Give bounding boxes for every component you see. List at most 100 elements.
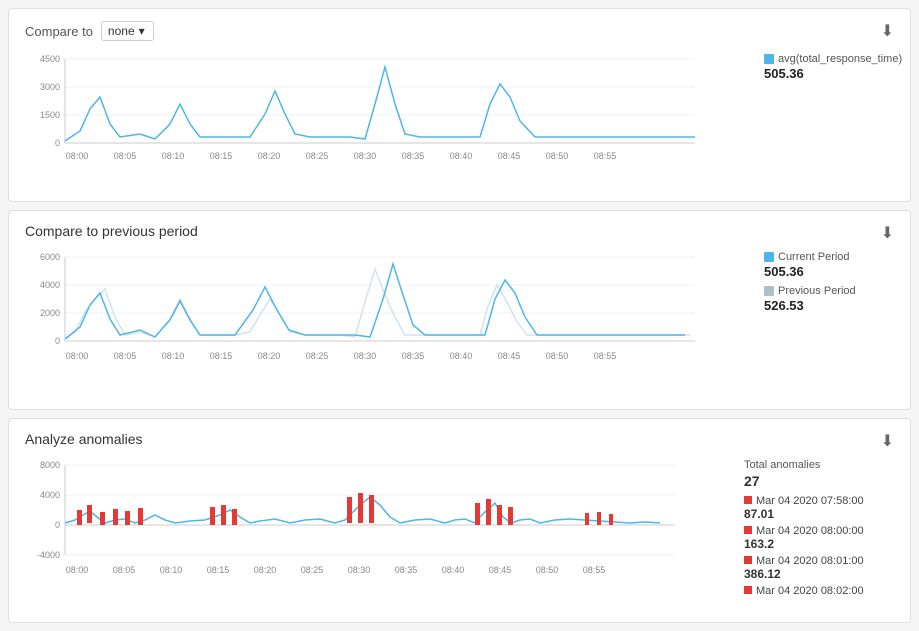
svg-text:08:10: 08:10 bbox=[162, 351, 185, 361]
anomaly-bar bbox=[221, 505, 226, 525]
anomaly-bar bbox=[508, 507, 513, 525]
svg-text:08:15: 08:15 bbox=[210, 351, 233, 361]
anomaly-bar bbox=[138, 508, 143, 525]
anomaly-stats: Total anomalies 27 Mar 04 2020 07:58:00 … bbox=[744, 455, 894, 610]
svg-text:08:15: 08:15 bbox=[210, 151, 233, 161]
legend-label-previous: Previous Period bbox=[778, 285, 856, 297]
legend-label-current: Current Period bbox=[778, 251, 850, 263]
legend-item-1: avg(total_response_time) 505.36 bbox=[764, 53, 894, 81]
anomaly-entry-1: Mar 04 2020 08:00:00 163.2 bbox=[744, 525, 894, 551]
svg-text:08:15: 08:15 bbox=[207, 565, 230, 575]
anomaly-bar bbox=[497, 505, 502, 525]
svg-text:08:55: 08:55 bbox=[594, 151, 617, 161]
svg-text:08:55: 08:55 bbox=[583, 565, 606, 575]
chart-svg-1: 4500 3000 1500 0 08:00 08:05 08:10 08:15… bbox=[25, 49, 705, 189]
svg-text:08:30: 08:30 bbox=[348, 565, 371, 575]
compare-previous-panel: Compare to previous period ⬇ 6000 4000 2… bbox=[8, 210, 911, 410]
legend-2: Current Period 505.36 Previous Period 52… bbox=[764, 247, 894, 397]
compare-to-panel: Compare to none ▾ ⬇ 4500 3000 1500 0 bbox=[8, 8, 911, 202]
download-button[interactable]: ⬇ bbox=[881, 21, 894, 41]
chart-wrapper-3: 8000 4000 0 -4000 bbox=[25, 455, 732, 610]
svg-text:08:35: 08:35 bbox=[402, 351, 425, 361]
chevron-down-icon: ▾ bbox=[139, 24, 145, 38]
legend-swatch-previous bbox=[764, 286, 774, 296]
legend-swatch-1 bbox=[764, 54, 774, 64]
legend-value-previous: 526.53 bbox=[764, 298, 894, 313]
chart-wrapper-2: 6000 4000 2000 0 08:00 08:05 08:10 08:15… bbox=[25, 247, 752, 397]
svg-text:08:50: 08:50 bbox=[546, 351, 569, 361]
legend-value-1: 505.36 bbox=[764, 66, 894, 81]
anomaly-red-square-2 bbox=[744, 556, 752, 564]
legend-value-current: 505.36 bbox=[764, 264, 894, 279]
svg-text:08:10: 08:10 bbox=[162, 151, 185, 161]
anomaly-bar bbox=[369, 495, 374, 523]
svg-text:08:20: 08:20 bbox=[258, 151, 281, 161]
anomaly-bar bbox=[113, 509, 118, 525]
legend-swatch-current bbox=[764, 252, 774, 262]
svg-text:08:25: 08:25 bbox=[306, 151, 329, 161]
svg-text:08:00: 08:00 bbox=[66, 351, 89, 361]
svg-text:08:25: 08:25 bbox=[301, 565, 324, 575]
svg-text:08:30: 08:30 bbox=[354, 151, 377, 161]
svg-text:08:40: 08:40 bbox=[450, 151, 473, 161]
svg-text:08:50: 08:50 bbox=[536, 565, 559, 575]
compare-header: Compare to none ▾ bbox=[25, 21, 894, 41]
anomaly-bar bbox=[486, 499, 491, 525]
anomaly-date-2: Mar 04 2020 08:01:00 bbox=[756, 555, 864, 567]
chart-area-3: 8000 4000 0 -4000 bbox=[25, 455, 894, 610]
legend-current: Current Period 505.36 bbox=[764, 251, 894, 279]
svg-text:08:00: 08:00 bbox=[66, 151, 89, 161]
svg-text:08:40: 08:40 bbox=[450, 351, 473, 361]
svg-text:08:35: 08:35 bbox=[402, 151, 425, 161]
svg-text:08:05: 08:05 bbox=[114, 351, 137, 361]
anomaly-red-square-1 bbox=[744, 526, 752, 534]
anomaly-stats-label: Total anomalies bbox=[744, 459, 894, 471]
svg-text:1500: 1500 bbox=[40, 110, 60, 120]
anomaly-val-0: 87.01 bbox=[744, 507, 894, 521]
anomaly-bar bbox=[609, 514, 613, 525]
svg-text:08:00: 08:00 bbox=[66, 565, 89, 575]
anomaly-bar bbox=[585, 513, 589, 525]
anomaly-bar bbox=[210, 507, 215, 525]
legend-previous: Previous Period 526.53 bbox=[764, 285, 894, 313]
svg-text:-4000: -4000 bbox=[37, 550, 60, 560]
svg-text:08:05: 08:05 bbox=[113, 565, 136, 575]
legend-1: avg(total_response_time) 505.36 bbox=[764, 49, 894, 189]
panel2-title: Compare to previous period bbox=[25, 223, 894, 239]
anomaly-entry-3: Mar 04 2020 08:02:00 bbox=[744, 585, 894, 597]
anomaly-bar bbox=[87, 505, 92, 523]
anomaly-bar bbox=[125, 511, 130, 525]
svg-text:08:45: 08:45 bbox=[498, 151, 521, 161]
anomaly-bar bbox=[232, 509, 237, 525]
svg-text:4000: 4000 bbox=[40, 280, 60, 290]
svg-text:08:35: 08:35 bbox=[395, 565, 418, 575]
chart-svg-2: 6000 4000 2000 0 08:00 08:05 08:10 08:15… bbox=[25, 247, 705, 397]
svg-text:08:05: 08:05 bbox=[114, 151, 137, 161]
chart-area-1: 4500 3000 1500 0 08:00 08:05 08:10 08:15… bbox=[25, 49, 894, 189]
anomaly-bar bbox=[475, 503, 480, 525]
compare-label: Compare to bbox=[25, 24, 93, 39]
anomaly-entry-2: Mar 04 2020 08:01:00 386.12 bbox=[744, 555, 894, 581]
svg-text:08:45: 08:45 bbox=[489, 565, 512, 575]
anomaly-val-1: 163.2 bbox=[744, 537, 894, 551]
svg-text:0: 0 bbox=[55, 138, 60, 148]
svg-text:08:10: 08:10 bbox=[160, 565, 183, 575]
svg-text:08:20: 08:20 bbox=[254, 565, 277, 575]
analyze-anomalies-panel: Analyze anomalies ⬇ 8000 4000 0 -4000 bbox=[8, 418, 911, 623]
svg-text:6000: 6000 bbox=[40, 252, 60, 262]
anomaly-date-0: Mar 04 2020 07:58:00 bbox=[756, 495, 864, 507]
svg-text:08:40: 08:40 bbox=[442, 565, 465, 575]
svg-text:08:55: 08:55 bbox=[594, 351, 617, 361]
anomaly-date-3: Mar 04 2020 08:02:00 bbox=[756, 585, 864, 597]
anomaly-bar bbox=[358, 493, 363, 523]
svg-text:4000: 4000 bbox=[40, 490, 60, 500]
download-button-2[interactable]: ⬇ bbox=[881, 223, 894, 243]
svg-text:2000: 2000 bbox=[40, 308, 60, 318]
anomaly-val-2: 386.12 bbox=[744, 567, 894, 581]
anomaly-red-square-0 bbox=[744, 496, 752, 504]
compare-dropdown[interactable]: none ▾ bbox=[101, 21, 154, 41]
svg-text:8000: 8000 bbox=[40, 460, 60, 470]
download-button-3[interactable]: ⬇ bbox=[881, 431, 894, 451]
svg-text:08:30: 08:30 bbox=[354, 351, 377, 361]
anomaly-entry-0: Mar 04 2020 07:58:00 87.01 bbox=[744, 495, 894, 521]
